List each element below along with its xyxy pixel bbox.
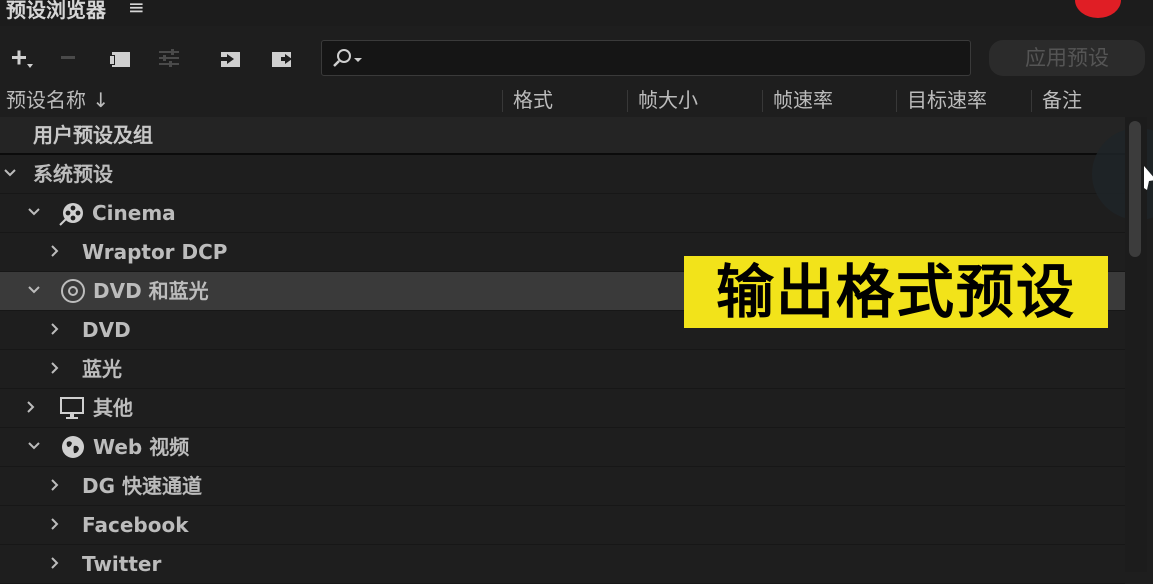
column-divider[interactable]: [1031, 90, 1032, 112]
chevron-down-icon[interactable]: [26, 282, 42, 298]
chevron-right-icon[interactable]: [47, 516, 63, 532]
chevron-right-icon[interactable]: [23, 399, 39, 415]
caption-overlay: 输出格式预设: [684, 256, 1108, 328]
export-icon: [272, 52, 292, 67]
chevron-right-icon[interactable]: [47, 477, 63, 493]
user-presets-group-row[interactable]: 用户预设及组: [0, 117, 1125, 155]
column-divider[interactable]: [896, 90, 897, 112]
import-icon: [220, 52, 240, 67]
tree-row-label: 其他: [93, 396, 133, 420]
tree-row-twitter[interactable]: Twitter: [0, 545, 1125, 584]
column-frame-size[interactable]: 帧大小: [638, 84, 698, 116]
scrollbar-thumb[interactable]: [1129, 121, 1141, 257]
tree-row-facebook[interactable]: Facebook: [0, 506, 1125, 545]
chevron-right-icon[interactable]: [47, 555, 63, 571]
panel-header: 预设浏览器 ≡: [0, 0, 1153, 26]
mouse-cursor-icon: [1144, 166, 1153, 190]
tree-row-label: Wraptor DCP: [82, 240, 228, 264]
tree-row-label: Facebook: [82, 513, 189, 537]
search-icon: [333, 49, 362, 67]
chevron-down-icon[interactable]: [2, 165, 18, 181]
group-label: 用户预设及组: [33, 123, 153, 147]
column-divider[interactable]: [502, 90, 503, 112]
chevron-down-icon[interactable]: [26, 204, 42, 220]
minus-icon: [61, 56, 75, 59]
panel-menu-icon[interactable]: ≡: [128, 0, 145, 19]
tree-row-dg-fast-channel[interactable]: DG 快速通道: [0, 467, 1125, 506]
tree-row-label: DG 快速通道: [82, 474, 202, 498]
film-reel-icon: [59, 203, 83, 226]
column-preset-name[interactable]: 预设名称 ↓: [6, 84, 109, 116]
chevron-down-icon[interactable]: [26, 438, 42, 454]
tree-row-bluray[interactable]: 蓝光: [0, 350, 1125, 389]
new-group-button[interactable]: [104, 42, 136, 74]
tree-row-cinema[interactable]: Cinema: [0, 194, 1125, 233]
column-header-row: 预设名称 ↓ 格式 帧大小 帧速率 目标速率 备注: [0, 84, 1125, 116]
column-divider[interactable]: [762, 90, 763, 112]
folder-stack-icon: [109, 52, 130, 67]
search-input[interactable]: [321, 40, 971, 76]
add-preset-button[interactable]: [4, 42, 36, 74]
preset-tree: 系统预设 Cinema Wraptor DCP DVD 和蓝光 DVD 蓝光 其…: [0, 155, 1125, 584]
panel-title: 预设浏览器: [6, 0, 106, 22]
chevron-right-icon[interactable]: [47, 243, 63, 259]
tree-row-label: DVD: [82, 318, 131, 342]
tree-row-label: Cinema: [92, 201, 176, 225]
tree-row-label: Twitter: [82, 552, 162, 576]
column-notes[interactable]: 备注: [1042, 84, 1082, 116]
column-target-rate[interactable]: 目标速率: [907, 84, 987, 116]
tree-row-label: 系统预设: [33, 162, 113, 186]
plus-icon: [12, 50, 33, 68]
remove-preset-button[interactable]: [52, 42, 84, 74]
column-format[interactable]: 格式: [513, 84, 553, 116]
chevron-right-icon[interactable]: [47, 321, 63, 337]
tree-row-label: Web 视频: [93, 435, 190, 459]
disc-icon: [61, 279, 85, 303]
settings-sliders-button[interactable]: [153, 42, 185, 74]
chevron-right-icon[interactable]: [47, 360, 63, 376]
export-preset-button[interactable]: [266, 42, 298, 74]
tree-row-label: 蓝光: [82, 357, 122, 381]
sliders-icon: [159, 49, 179, 67]
apply-preset-button[interactable]: 应用预设: [989, 40, 1145, 76]
tree-row-other[interactable]: 其他: [0, 389, 1125, 428]
tree-row-label: DVD 和蓝光: [93, 279, 209, 303]
tree-row-system-presets[interactable]: 系统预设: [0, 155, 1125, 194]
globe-icon: [62, 436, 84, 458]
monitor-icon: [60, 397, 84, 419]
import-preset-button[interactable]: [214, 42, 246, 74]
column-frame-rate[interactable]: 帧速率: [773, 84, 833, 116]
tree-row-web-video[interactable]: Web 视频: [0, 428, 1125, 467]
column-divider[interactable]: [627, 90, 628, 112]
